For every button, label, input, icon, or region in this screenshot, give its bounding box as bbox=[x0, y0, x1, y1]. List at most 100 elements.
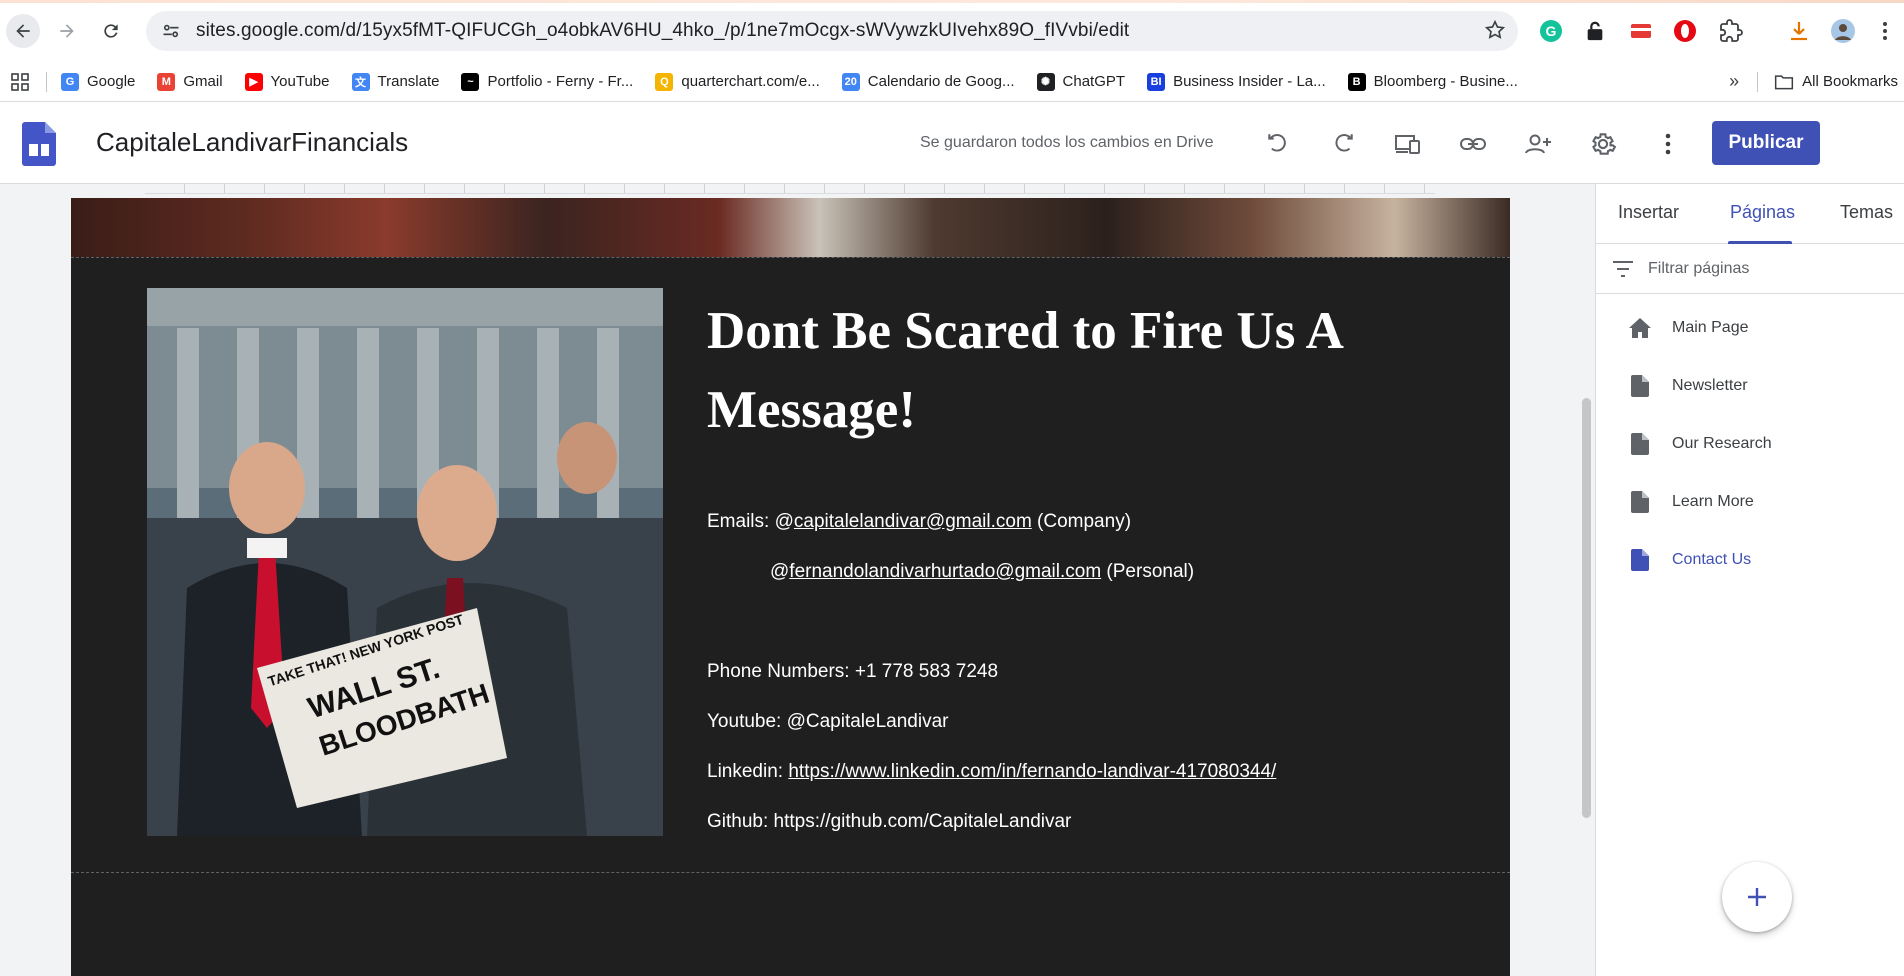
page-item-our-research[interactable]: Our Research bbox=[1628, 426, 1772, 462]
page-icon bbox=[1628, 490, 1652, 514]
linkedin-link[interactable]: https://www.linkedin.com/in/fernando-lan… bbox=[788, 761, 1276, 782]
ruler bbox=[145, 184, 1435, 194]
email-personal-prefix: @ bbox=[770, 561, 790, 582]
bookmark-item[interactable]: BI Business Insider - La... bbox=[1147, 72, 1326, 91]
page-icon bbox=[1628, 548, 1652, 572]
page-item-newsletter[interactable]: Newsletter bbox=[1628, 368, 1748, 404]
bookmark-label: YouTube bbox=[270, 73, 330, 90]
email-company-line[interactable]: Emails: @capitalelandivar@gmail.com (Com… bbox=[707, 511, 1131, 533]
linkedin-label: Linkedin: bbox=[707, 761, 789, 782]
undo-button[interactable] bbox=[1260, 126, 1296, 162]
page-icon bbox=[1628, 432, 1652, 456]
email-personal-link[interactable]: fernandolandivarhurtado@gmail.com bbox=[789, 561, 1101, 582]
extensions-puzzle-icon[interactable] bbox=[1718, 18, 1744, 44]
arrow-right-icon bbox=[60, 24, 74, 38]
bookmark-label: quarterchart.com/e... bbox=[681, 73, 820, 90]
person-add-icon bbox=[1525, 134, 1551, 154]
canvas-scrollbar[interactable] bbox=[1582, 398, 1591, 818]
filter-pages-input[interactable] bbox=[1648, 259, 1878, 278]
bookmark-item[interactable]: ▶ YouTube bbox=[244, 72, 330, 91]
quarterchart-icon: Q bbox=[655, 72, 674, 91]
page-filter bbox=[1596, 244, 1904, 294]
contact-headline[interactable]: Dont Be Scared to Fire Us A Message! bbox=[707, 292, 1467, 450]
site-info-icon[interactable] bbox=[160, 20, 182, 42]
more-options-button[interactable] bbox=[1650, 126, 1686, 162]
chrome-menu-icon[interactable] bbox=[1872, 18, 1898, 44]
settings-button[interactable] bbox=[1585, 126, 1621, 162]
contact-content[interactable]: Dont Be Scared to Fire Us A Message! bbox=[707, 292, 1467, 450]
bookmark-label: Business Insider - La... bbox=[1173, 73, 1326, 90]
svg-text:G: G bbox=[1546, 23, 1557, 39]
portfolio-icon: ~ bbox=[461, 72, 480, 91]
redo-icon bbox=[1335, 134, 1353, 152]
tab-temas[interactable]: Temas bbox=[1840, 202, 1893, 223]
wall-street-photo[interactable]: WALL ST. BLOODBATH TAKE THAT! NEW YORK P… bbox=[147, 288, 663, 836]
link-icon bbox=[1460, 138, 1486, 150]
redo-button[interactable] bbox=[1325, 126, 1361, 162]
filter-icon[interactable] bbox=[1610, 259, 1636, 279]
apps-grid-icon[interactable] bbox=[10, 72, 30, 92]
panel-tabs: Insertar Páginas Temas bbox=[1596, 184, 1904, 244]
bookmark-label: Gmail bbox=[183, 73, 223, 90]
opera-icon[interactable] bbox=[1672, 18, 1698, 44]
preview-button[interactable] bbox=[1390, 126, 1426, 162]
devices-icon bbox=[1395, 135, 1420, 154]
header-banner-image[interactable] bbox=[71, 198, 1510, 257]
linkedin-line[interactable]: Linkedin: https://www.linkedin.com/in/fe… bbox=[707, 761, 1276, 783]
back-button[interactable] bbox=[6, 14, 40, 48]
bookmark-star-icon[interactable] bbox=[1484, 19, 1506, 46]
email-company-link[interactable]: capitalelandivar@gmail.com bbox=[794, 511, 1032, 532]
page-icon bbox=[1628, 374, 1652, 398]
bookmark-item[interactable]: Qquarterchart.com/e... bbox=[655, 72, 820, 91]
bookmark-label: Calendario de Goog... bbox=[867, 73, 1015, 90]
publish-button[interactable]: Publicar bbox=[1712, 121, 1820, 165]
bookmark-item[interactable]: B Bloomberg - Busine... bbox=[1347, 72, 1518, 91]
tab-insertar[interactable]: Insertar bbox=[1618, 202, 1679, 223]
site-title[interactable]: CapitaleLandivarFinancials bbox=[96, 127, 408, 158]
bookmark-item[interactable]: G Google bbox=[61, 72, 135, 91]
address-bar[interactable]: sites.google.com/d/15yx5fMT-QIFUCGh_o4ob… bbox=[146, 11, 1518, 51]
share-button[interactable] bbox=[1520, 126, 1556, 162]
folder-icon bbox=[1775, 74, 1794, 89]
lock-extension-icon[interactable] bbox=[1582, 18, 1608, 44]
copy-link-button[interactable] bbox=[1455, 126, 1491, 162]
profile-avatar[interactable] bbox=[1830, 18, 1856, 44]
email-personal-suffix: (Personal) bbox=[1101, 561, 1195, 582]
email-company-prefix: @ bbox=[774, 511, 794, 532]
google-sites-logo[interactable] bbox=[22, 122, 56, 166]
email-personal-line[interactable]: @fernandolandivarhurtado@gmail.com (Pers… bbox=[770, 561, 1194, 583]
bookmark-label: Translate bbox=[377, 73, 440, 90]
section-divider-top bbox=[71, 257, 1510, 258]
plus-icon bbox=[1748, 888, 1766, 906]
bookmark-item[interactable]: ~ Portfolio - Ferny - Fr... bbox=[461, 72, 633, 91]
tab-paginas[interactable]: Páginas bbox=[1730, 202, 1795, 223]
add-page-button[interactable] bbox=[1722, 862, 1792, 932]
bookmark-item[interactable]: 20 Calendario de Goog... bbox=[841, 72, 1015, 91]
github-line[interactable]: Github: https://github.com/CapitaleLandi… bbox=[707, 811, 1071, 833]
sites-editor-header: CapitaleLandivarFinancials Se guardaron … bbox=[0, 102, 1904, 184]
page-item-contact-us[interactable]: Contact Us bbox=[1628, 542, 1751, 578]
gear-icon bbox=[1592, 133, 1617, 155]
reload-button[interactable] bbox=[94, 14, 128, 48]
page-item-main-page[interactable]: Main Page bbox=[1628, 310, 1749, 346]
section-divider-bottom bbox=[71, 872, 1510, 873]
bookmark-item[interactable]: ✺ ChatGPT bbox=[1036, 72, 1126, 91]
save-status-text: Se guardaron todos los cambios en Drive bbox=[920, 134, 1214, 151]
page-item-learn-more[interactable]: Learn More bbox=[1628, 484, 1754, 520]
card-extension-icon[interactable] bbox=[1628, 18, 1654, 44]
download-icon[interactable] bbox=[1786, 18, 1812, 44]
bookmark-item[interactable]: 文 Translate bbox=[351, 72, 440, 91]
url-text[interactable]: sites.google.com/d/15yx5fMT-QIFUCGh_o4ob… bbox=[196, 20, 1129, 42]
bookmark-item[interactable]: M Gmail bbox=[157, 72, 223, 91]
bookmarks-separator bbox=[46, 71, 47, 92]
calendar-icon: 20 bbox=[841, 72, 860, 91]
all-bookmarks-button[interactable]: All Bookmarks bbox=[1774, 73, 1898, 91]
more-bookmarks-chevron-icon[interactable]: » bbox=[1729, 71, 1739, 92]
site-page: WALL ST. BLOODBATH TAKE THAT! NEW YORK P… bbox=[71, 198, 1510, 976]
bookmark-label: ChatGPT bbox=[1062, 73, 1126, 90]
forward-button[interactable] bbox=[50, 14, 84, 48]
grammarly-icon[interactable]: G bbox=[1538, 18, 1564, 44]
youtube-line[interactable]: Youtube: @CapitaleLandivar bbox=[707, 711, 948, 733]
business-insider-icon: BI bbox=[1147, 72, 1166, 91]
phone-line[interactable]: Phone Numbers: +1 778 583 7248 bbox=[707, 661, 998, 683]
